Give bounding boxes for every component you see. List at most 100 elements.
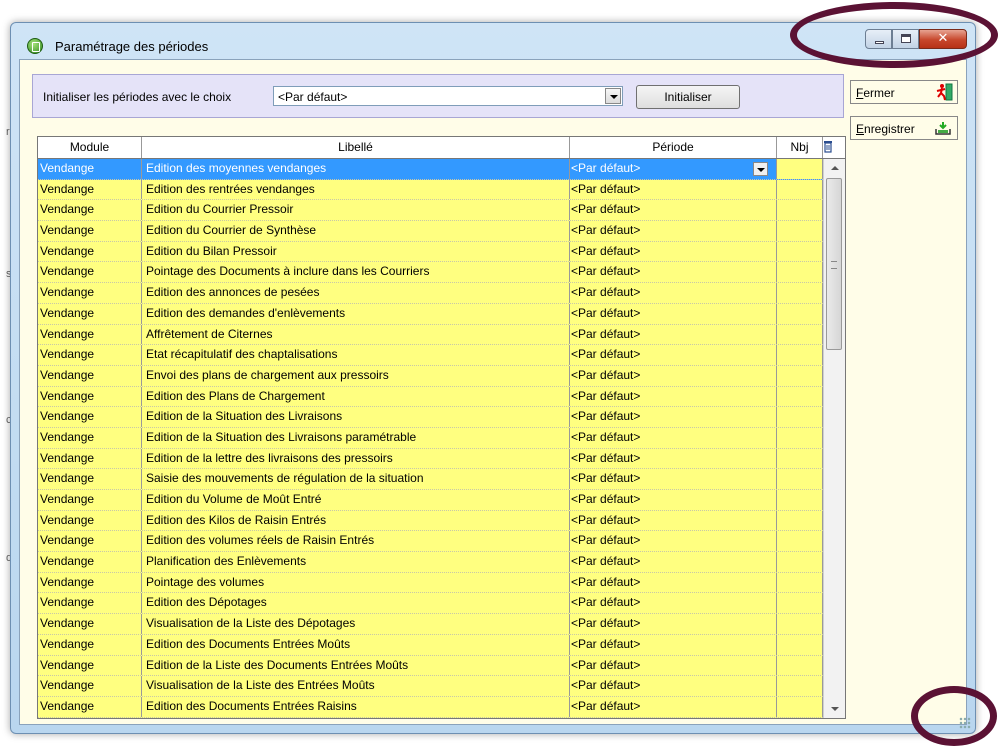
cell-libelle[interactable]: Edition de la Situation des Livraisons xyxy=(142,407,570,427)
cell-nbj[interactable] xyxy=(777,427,823,448)
cell-module[interactable]: Vendange xyxy=(38,696,142,717)
table-row[interactable]: Vendange Edition de la Situation des Livr… xyxy=(38,407,823,428)
cell-libelle[interactable]: Saisie des mouvements de régulation de l… xyxy=(142,469,570,489)
cell-nbj[interactable] xyxy=(777,324,823,345)
cell-module[interactable]: Vendange xyxy=(38,179,142,200)
table-row[interactable]: Vendange Edition des Dépotages <Par défaut… xyxy=(38,593,823,615)
cell-nbj[interactable] xyxy=(777,386,823,407)
cell-module[interactable]: Vendange xyxy=(38,262,142,283)
cell-module[interactable]: Vendange xyxy=(38,634,142,655)
column-header-libelle[interactable]: Libellé xyxy=(142,137,570,158)
column-header-periode[interactable]: Période xyxy=(570,137,777,158)
cell-module[interactable]: Vendange xyxy=(38,283,142,303)
table-row[interactable]: Vendange Edition des Documents Entrées Ra… xyxy=(38,696,823,718)
cell-periode[interactable]: <Par défaut> xyxy=(570,655,777,676)
cell-nbj[interactable] xyxy=(777,552,823,572)
table-row[interactable]: Vendange Edition de la Liste des Document… xyxy=(38,655,823,677)
initialiser-button[interactable]: Initialiser xyxy=(636,85,740,109)
cell-periode[interactable]: <Par défaut> xyxy=(570,676,777,696)
table-row[interactable]: Vendange Planification des Enlèvements <Pa… xyxy=(38,552,823,573)
table-row[interactable]: Vendange Edition des volumes réels de Rai… xyxy=(38,531,823,553)
cell-module[interactable]: Vendange xyxy=(38,469,142,489)
cell-periode[interactable]: <Par défaut> xyxy=(570,345,777,365)
cell-nbj[interactable] xyxy=(777,531,823,552)
table-row[interactable]: Vendange Etat récapitulatif des chaptalis… xyxy=(38,345,823,366)
cell-nbj[interactable] xyxy=(777,510,823,531)
table-row[interactable]: Vendange Pointage des Documents à inclure… xyxy=(38,262,823,284)
cell-nbj[interactable] xyxy=(777,345,823,365)
cell-libelle[interactable]: Affrêtement de Citernes xyxy=(142,324,570,345)
cell-module[interactable]: Vendange xyxy=(38,552,142,572)
cell-module[interactable]: Vendange xyxy=(38,386,142,407)
cell-libelle[interactable]: Visualisation de la Liste des Dépotages xyxy=(142,614,570,634)
enregistrer-button[interactable]: Enregistrer xyxy=(850,116,958,140)
cell-module[interactable]: Vendange xyxy=(38,593,142,614)
cell-nbj[interactable] xyxy=(777,490,823,510)
cell-periode[interactable]: <Par défaut> xyxy=(570,469,777,489)
cell-periode[interactable]: <Par défaut> xyxy=(570,427,777,448)
cell-nbj[interactable] xyxy=(777,448,823,469)
cell-nbj[interactable] xyxy=(777,221,823,241)
cell-libelle[interactable]: Edition des Documents Entrées Raisins xyxy=(142,696,570,717)
cell-libelle[interactable]: Pointage des volumes xyxy=(142,572,570,593)
cell-libelle[interactable]: Planification des Enlèvements xyxy=(142,552,570,572)
combo-dropdown-button[interactable] xyxy=(605,88,621,104)
table-row[interactable]: Vendange Visualisation de la Liste des Dé… xyxy=(38,614,823,635)
cell-module[interactable]: Vendange xyxy=(38,510,142,531)
cell-nbj[interactable] xyxy=(777,365,823,386)
cell-libelle[interactable]: Edition de la Situation des Livraisons p… xyxy=(142,427,570,448)
cell-libelle[interactable]: Edition des demandes d'enlèvements xyxy=(142,303,570,324)
cell-periode[interactable]: <Par défaut> xyxy=(570,283,777,303)
minimize-button[interactable] xyxy=(865,29,892,49)
cell-nbj[interactable] xyxy=(777,593,823,614)
cell-periode[interactable]: <Par défaut> xyxy=(570,179,777,200)
scroll-down-icon[interactable] xyxy=(831,707,839,711)
title-bar[interactable]: Paramétrage des périodes ✕ xyxy=(11,23,975,63)
cell-nbj[interactable] xyxy=(777,634,823,655)
cell-periode[interactable]: <Par défaut> xyxy=(570,552,777,572)
cell-nbj[interactable] xyxy=(777,303,823,324)
cell-periode[interactable]: <Par défaut> xyxy=(570,221,777,241)
cell-periode[interactable]: <Par défaut> xyxy=(570,614,777,634)
cell-module[interactable]: Vendange xyxy=(38,200,142,221)
cell-module[interactable]: Vendange xyxy=(38,241,142,262)
cell-nbj[interactable] xyxy=(777,696,823,717)
cell-periode[interactable]: <Par défaut> xyxy=(570,510,777,531)
init-choice-combo[interactable]: <Par défaut> xyxy=(273,86,623,106)
cell-module[interactable]: Vendange xyxy=(38,221,142,241)
cell-libelle[interactable]: Edition des annonces de pesées xyxy=(142,283,570,303)
cell-periode[interactable]: <Par défaut> xyxy=(570,448,777,469)
close-window-button[interactable]: ✕ xyxy=(919,29,967,49)
cell-libelle[interactable]: Edition des Kilos de Raisin Entrés xyxy=(142,510,570,531)
cell-libelle[interactable]: Edition des volumes réels de Raisin Entr… xyxy=(142,531,570,552)
cell-nbj[interactable] xyxy=(777,200,823,221)
cell-nbj[interactable] xyxy=(777,655,823,676)
table-row[interactable]: Vendange Pointage des volumes <Par défaut> xyxy=(38,572,823,594)
cell-periode[interactable]: <Par défaut> xyxy=(570,593,777,614)
table-row[interactable]: Vendange Edition de la lettre des livrais… xyxy=(38,448,823,470)
table-row[interactable]: Vendange Edition des demandes d'enlèvemen… xyxy=(38,303,823,325)
scroll-up-icon[interactable] xyxy=(831,166,839,170)
cell-periode[interactable]: <Par défaut> xyxy=(570,303,777,324)
cell-libelle[interactable]: Edition de la lettre des livraisons des … xyxy=(142,448,570,469)
table-row[interactable]: Vendange Affrêtement de Citernes <Par défa… xyxy=(38,324,823,346)
table-row[interactable]: Vendange Visualisation de la Liste des En… xyxy=(38,676,823,697)
table-row[interactable]: Vendange Edition du Courrier de Synthèse <… xyxy=(38,221,823,242)
cell-nbj[interactable] xyxy=(777,407,823,427)
cell-periode[interactable]: <Par défaut> xyxy=(570,572,777,593)
cell-module[interactable]: Vendange xyxy=(38,324,142,345)
resize-grip-icon[interactable] xyxy=(959,717,971,729)
cell-module[interactable]: Vendange xyxy=(38,303,142,324)
cell-nbj[interactable] xyxy=(777,283,823,303)
cell-libelle[interactable]: Etat récapitulatif des chaptalisations xyxy=(142,345,570,365)
maximize-button[interactable] xyxy=(892,29,919,49)
cell-periode[interactable]: <Par défaut> xyxy=(570,159,777,179)
cell-periode[interactable]: <Par défaut> xyxy=(570,262,777,283)
cell-libelle[interactable]: Visualisation de la Liste des Entrées Mo… xyxy=(142,676,570,696)
table-row[interactable]: Vendange Edition des Kilos de Raisin Entr… xyxy=(38,510,823,532)
cell-libelle[interactable]: Edition du Volume de Moût Entré xyxy=(142,490,570,510)
cell-periode[interactable]: <Par défaut> xyxy=(570,200,777,221)
cell-libelle[interactable]: Edition des moyennes vendanges xyxy=(142,159,570,179)
table-row[interactable]: Vendange Edition des moyennes vendanges <P… xyxy=(38,159,823,180)
cell-periode[interactable]: <Par défaut> xyxy=(570,407,777,427)
